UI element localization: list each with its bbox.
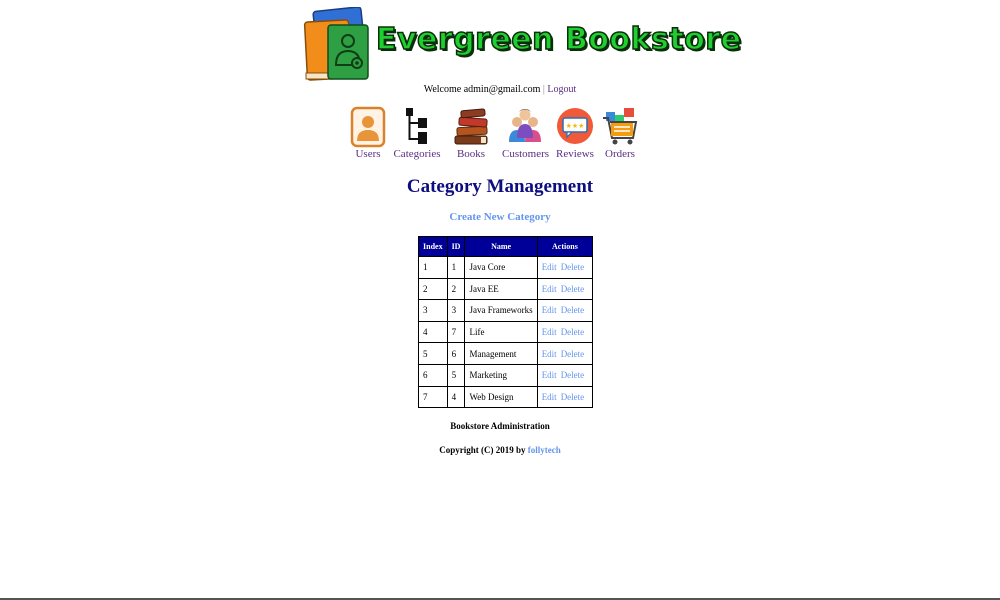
header-id: ID <box>446 236 466 257</box>
cell-name: Marketing <box>464 363 538 387</box>
header-name: Name <box>464 236 538 257</box>
welcome-bar: Welcome admin@gmail.com | Logout <box>0 84 1000 95</box>
author-link[interactable]: follytech <box>528 445 561 455</box>
page-title: Category Management <box>406 176 594 197</box>
books-logo-icon <box>303 7 369 81</box>
menu-item-orders[interactable]: Orders <box>600 106 640 160</box>
copyright-text: Copyright (C) 2019 by <box>439 445 526 455</box>
edit-link[interactable]: Edit <box>542 370 557 380</box>
admin-menu: Users Categories Books Customers ★★★ Rev… <box>0 106 1000 164</box>
cell-name: Java EE <box>464 277 538 301</box>
edit-link[interactable]: Edit <box>542 392 557 402</box>
header-actions: Actions <box>536 236 594 257</box>
cell-id: 4 <box>446 385 466 409</box>
table-row: 2 2 Java EE Edit Delete <box>418 277 594 301</box>
svg-text:★★★: ★★★ <box>566 122 585 130</box>
delete-link[interactable]: Delete <box>561 262 584 272</box>
books-icon <box>454 108 488 145</box>
delete-link[interactable]: Delete <box>561 392 584 402</box>
menu-item-books[interactable]: Books <box>451 106 491 160</box>
delete-link[interactable]: Delete <box>561 349 584 359</box>
header-index: Index <box>418 236 448 257</box>
cell-actions: Edit Delete <box>536 277 594 301</box>
cell-actions: Edit Delete <box>536 299 594 322</box>
menu-item-categories[interactable]: Categories <box>393 106 441 160</box>
cell-name: Java Frameworks <box>464 299 538 322</box>
copyright: Copyright (C) 2019 by follytech <box>0 445 1000 455</box>
table-row: 5 6 Management Edit Delete <box>418 342 594 365</box>
edit-link[interactable]: Edit <box>542 262 557 272</box>
logout-link[interactable]: Logout <box>547 84 576 95</box>
table-row: 7 4 Web Design Edit Delete <box>418 385 594 409</box>
cell-name: Web Design <box>464 385 538 409</box>
cell-index: 4 <box>418 320 448 344</box>
cell-index: 2 <box>418 277 448 301</box>
cell-name: Java Core <box>464 256 538 279</box>
delete-link[interactable]: Delete <box>561 284 584 294</box>
edit-link[interactable]: Edit <box>542 327 557 337</box>
menu-label-books: Books <box>456 148 486 160</box>
menu-label-reviews: Reviews <box>556 148 594 160</box>
orders-icon <box>603 108 638 145</box>
table-row: 4 7 Life Edit Delete <box>418 320 594 344</box>
menu-item-users[interactable]: Users <box>348 106 388 160</box>
cell-id: 6 <box>446 342 466 365</box>
logo-text: Evergreen Bookstore <box>375 21 742 58</box>
cell-name: Life <box>464 320 538 344</box>
edit-link[interactable]: Edit <box>542 349 557 359</box>
cell-id: 7 <box>446 320 466 344</box>
create-category-link[interactable]: Create New Category <box>449 211 550 223</box>
menu-label-categories: Categories <box>393 148 441 160</box>
welcome-text: Welcome admin@gmail.com <box>423 84 541 95</box>
cell-name: Management <box>464 342 538 365</box>
cell-actions: Edit Delete <box>536 363 594 387</box>
cell-index: 7 <box>418 385 448 409</box>
delete-link[interactable]: Delete <box>561 305 584 315</box>
table-header-row: Index ID Name Actions <box>418 236 594 257</box>
delete-link[interactable]: Delete <box>561 370 584 380</box>
categories-icon <box>406 108 427 144</box>
reviews-icon: ★★★ <box>557 108 593 144</box>
table-row: 1 1 Java Core Edit Delete <box>418 256 594 279</box>
edit-link[interactable]: Edit <box>542 284 557 294</box>
cell-index: 3 <box>418 299 448 322</box>
cell-index: 5 <box>418 342 448 365</box>
site-logo[interactable]: Evergreen Bookstore <box>302 7 742 85</box>
menu-label-customers: Customers <box>502 148 550 160</box>
cell-id: 2 <box>446 277 466 301</box>
category-table: Index ID Name Actions 1 1 Java Core Edit… <box>418 236 594 409</box>
admin-page: Evergreen Bookstore Welcome admin@gmail.… <box>0 0 1000 600</box>
cell-actions: Edit Delete <box>536 385 594 409</box>
footer-title: Bookstore Administration <box>450 421 550 431</box>
cell-actions: Edit Delete <box>536 256 594 279</box>
cell-actions: Edit Delete <box>536 320 594 344</box>
customers-icon <box>509 109 541 142</box>
delete-link[interactable]: Delete <box>561 327 584 337</box>
cell-actions: Edit Delete <box>536 342 594 365</box>
cell-index: 1 <box>418 256 448 279</box>
menu-item-reviews[interactable]: ★★★ Reviews <box>555 106 595 160</box>
menu-label-users: Users <box>355 148 381 160</box>
table-row: 3 3 Java Frameworks Edit Delete <box>418 299 594 322</box>
menu-item-customers[interactable]: Customers <box>502 106 550 160</box>
cell-index: 6 <box>418 363 448 387</box>
table-row: 6 5 Marketing Edit Delete <box>418 363 594 387</box>
edit-link[interactable]: Edit <box>542 305 557 315</box>
users-icon <box>350 106 386 148</box>
create-category-container: Create New Category <box>0 211 1000 223</box>
cell-id: 5 <box>446 363 466 387</box>
cell-id: 3 <box>446 299 466 322</box>
menu-label-orders: Orders <box>605 148 635 160</box>
cell-id: 1 <box>446 256 466 279</box>
welcome-separator: | <box>542 84 545 95</box>
